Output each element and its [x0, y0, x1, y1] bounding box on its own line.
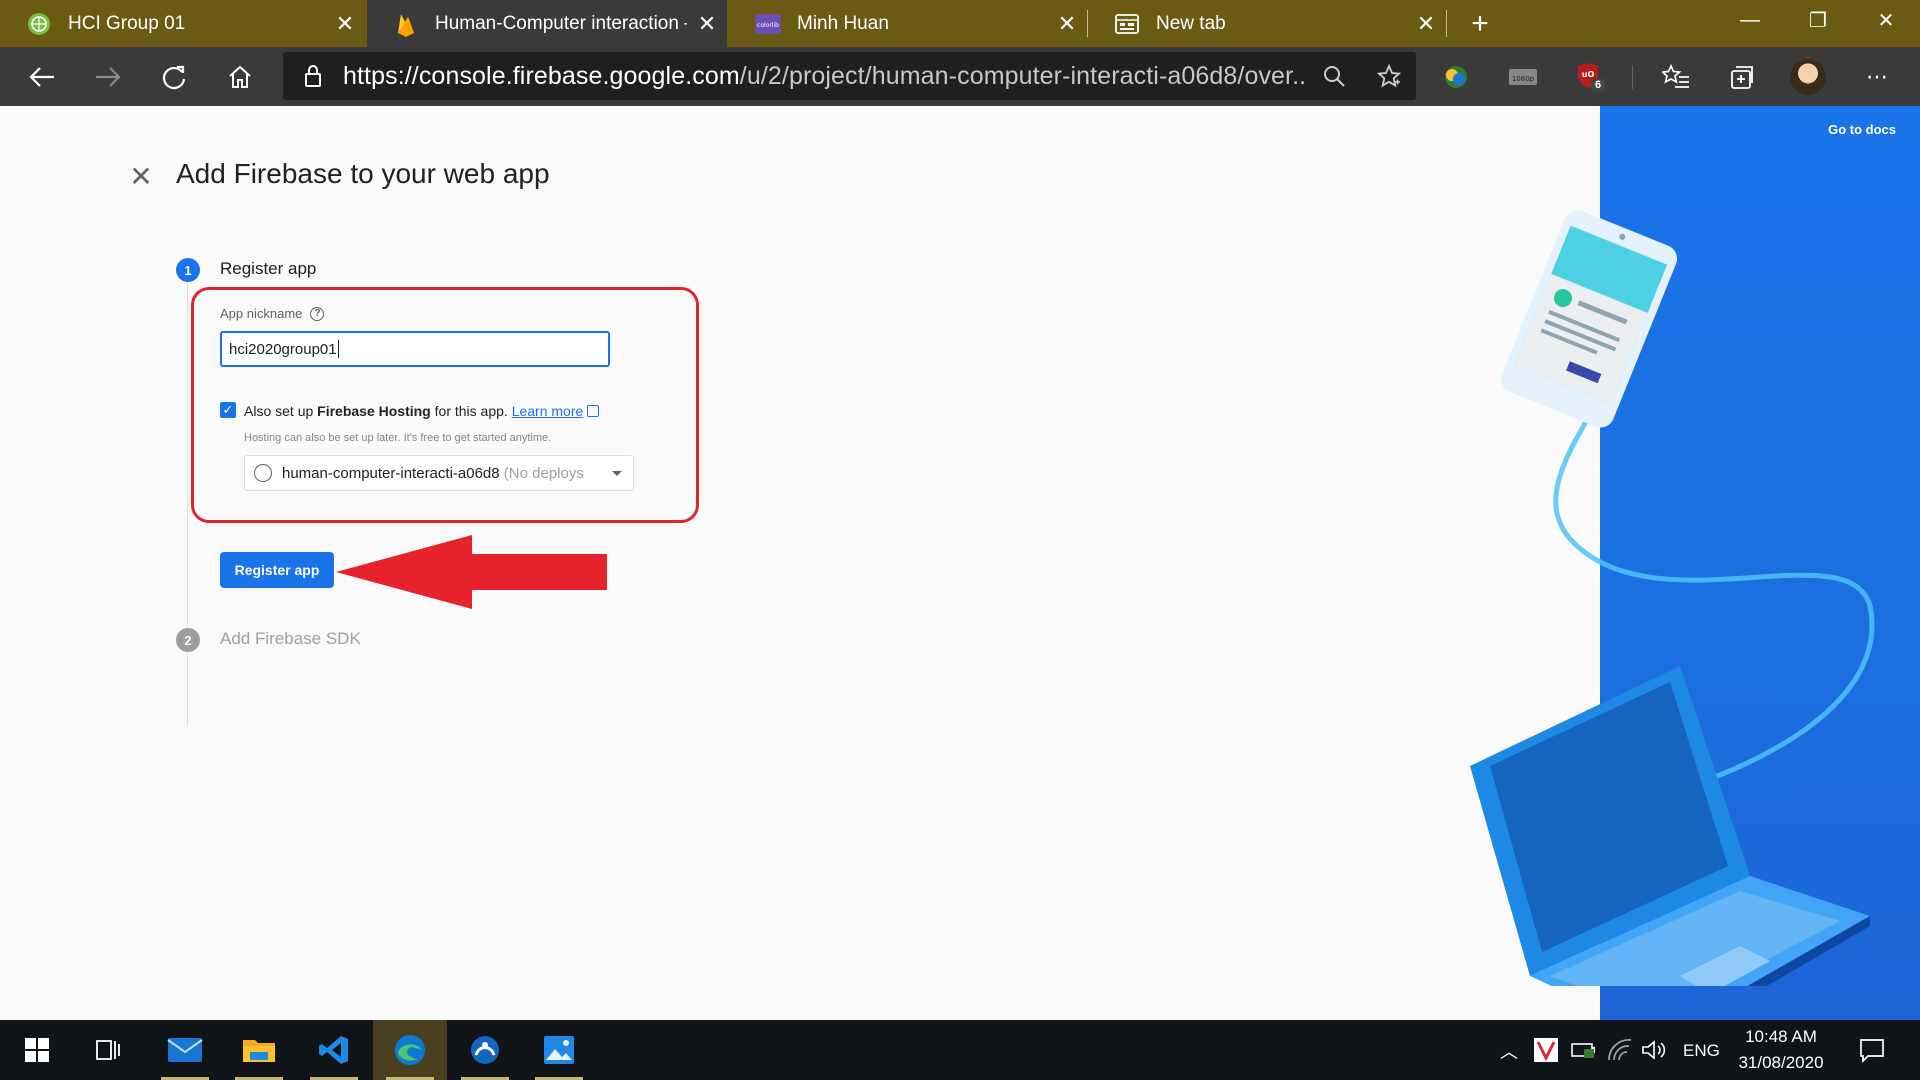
tab-new-tab[interactable]: New tab ✕: [1088, 0, 1446, 47]
favorite-star-icon[interactable]: [1361, 52, 1416, 100]
profile-avatar[interactable]: [1790, 59, 1826, 95]
teamviewer-icon[interactable]: [448, 1020, 522, 1080]
toolbar-separator: [1632, 65, 1633, 89]
back-button[interactable]: [12, 47, 72, 106]
file-explorer-icon[interactable]: [222, 1020, 296, 1080]
close-tab-icon[interactable]: ✕: [1406, 11, 1446, 37]
device-illustration: [1470, 210, 1875, 986]
ublock-origin-icon[interactable]: uO 6: [1575, 61, 1607, 93]
wifi-icon[interactable]: [1607, 1038, 1633, 1067]
collections-icon[interactable]: [1726, 61, 1758, 93]
zoom-search-icon[interactable]: [1306, 52, 1361, 100]
windows-taskbar: ︿ ENG 10:48 AM 31/08/2020: [0, 1020, 1920, 1080]
lock-icon[interactable]: [283, 64, 343, 88]
address-bar[interactable]: https://console.firebase.google.com/u/2/…: [283, 52, 1416, 100]
tab-title: Minh Huan: [797, 12, 889, 34]
register-app-button[interactable]: Register app: [220, 552, 334, 588]
language-indicator[interactable]: ENG: [1683, 1041, 1720, 1061]
firebase-flame-icon: [393, 11, 419, 37]
red-highlight-box: [191, 287, 699, 523]
extension-badge: 6: [1595, 79, 1602, 91]
task-view-icon[interactable]: [70, 1020, 144, 1080]
tab-firebase-console[interactable]: Human-Computer interaction – F ✕: [367, 0, 727, 47]
url-text[interactable]: https://console.firebase.google.com/u/2/…: [343, 62, 1306, 91]
home-icon: [229, 65, 251, 88]
red-pointer-arrow-icon: [336, 535, 607, 609]
tab-minh-huan[interactable]: colorlib Minh Huan ✕: [729, 0, 1087, 47]
step-2-number: 2: [176, 628, 200, 652]
close-dialog-icon[interactable]: ✕: [128, 163, 154, 191]
close-window-button[interactable]: ✕: [1852, 0, 1920, 40]
step-1-title: Register app: [220, 259, 317, 278]
edge-icon[interactable]: [373, 1020, 447, 1080]
svg-text:colorlib: colorlib: [757, 22, 779, 29]
more-options-icon[interactable]: ⋯: [1862, 61, 1894, 93]
svg-text:1080p: 1080p: [1512, 75, 1535, 83]
forward-button[interactable]: [78, 47, 138, 106]
step-2-title[interactable]: Add Firebase SDK: [220, 629, 361, 649]
volume-icon[interactable]: [1641, 1038, 1669, 1067]
url-path: /u/2/project/human-computer-interacti-a0…: [739, 61, 1306, 90]
tab-title: Human-Computer interaction – F: [435, 12, 687, 34]
refresh-icon: [162, 65, 186, 89]
minimize-button[interactable]: —: [1716, 0, 1784, 40]
photos-icon[interactable]: [522, 1020, 596, 1080]
windows-start-icon[interactable]: [0, 1020, 74, 1080]
system-clock[interactable]: 10:48 AM 31/08/2020: [1726, 1024, 1836, 1076]
close-tab-icon[interactable]: ✕: [1047, 11, 1087, 37]
pdf-app-tray-icon[interactable]: [1534, 1038, 1558, 1062]
tab-hci-group[interactable]: HCI Group 01 ✕: [0, 0, 365, 47]
newtab-page-icon: [1114, 11, 1140, 37]
url-host: https://console.firebase.google.com: [343, 61, 740, 90]
battery-charging-icon[interactable]: [1570, 1038, 1598, 1067]
clock-date: 31/08/2020: [1738, 1053, 1824, 1072]
google-translate-extension-icon[interactable]: [1440, 61, 1472, 93]
new-tab-button[interactable]: +: [1455, 0, 1505, 47]
step-connector-line: [187, 282, 188, 726]
step-1-number: 1: [176, 258, 200, 282]
clock-time: 10:48 AM: [1745, 1027, 1817, 1046]
svg-text:uO: uO: [1582, 70, 1595, 79]
browser-toolbar: https://console.firebase.google.com/u/2/…: [0, 47, 1920, 106]
favorites-list-icon[interactable]: [1660, 61, 1692, 93]
close-tab-icon[interactable]: ✕: [325, 11, 365, 37]
tab-title: HCI Group 01: [68, 12, 186, 34]
tab-separator: [1446, 10, 1447, 37]
forward-arrow-icon: [96, 66, 121, 87]
mail-icon[interactable]: [148, 1020, 222, 1080]
back-arrow-icon: [29, 66, 54, 87]
hd-video-extension-icon[interactable]: 1080p: [1507, 61, 1539, 93]
restore-button[interactable]: ❐: [1784, 0, 1852, 40]
close-tab-icon[interactable]: ✕: [687, 11, 727, 37]
page-title: Add Firebase to your web app: [176, 158, 550, 189]
go-to-docs-link[interactable]: Go to docs: [1828, 122, 1896, 137]
colorlib-icon: colorlib: [755, 11, 781, 37]
refresh-button[interactable]: [144, 47, 204, 106]
vscode-icon[interactable]: [297, 1020, 371, 1080]
tab-title: New tab: [1156, 12, 1226, 34]
tab-strip: HCI Group 01 ✕ Human-Computer interactio…: [0, 0, 1920, 47]
home-button[interactable]: [210, 47, 270, 106]
notifications-icon[interactable]: [1858, 1036, 1886, 1069]
show-hidden-icons-chevron-icon[interactable]: ︿: [1500, 1038, 1518, 1064]
green-globe-icon: [26, 11, 52, 37]
